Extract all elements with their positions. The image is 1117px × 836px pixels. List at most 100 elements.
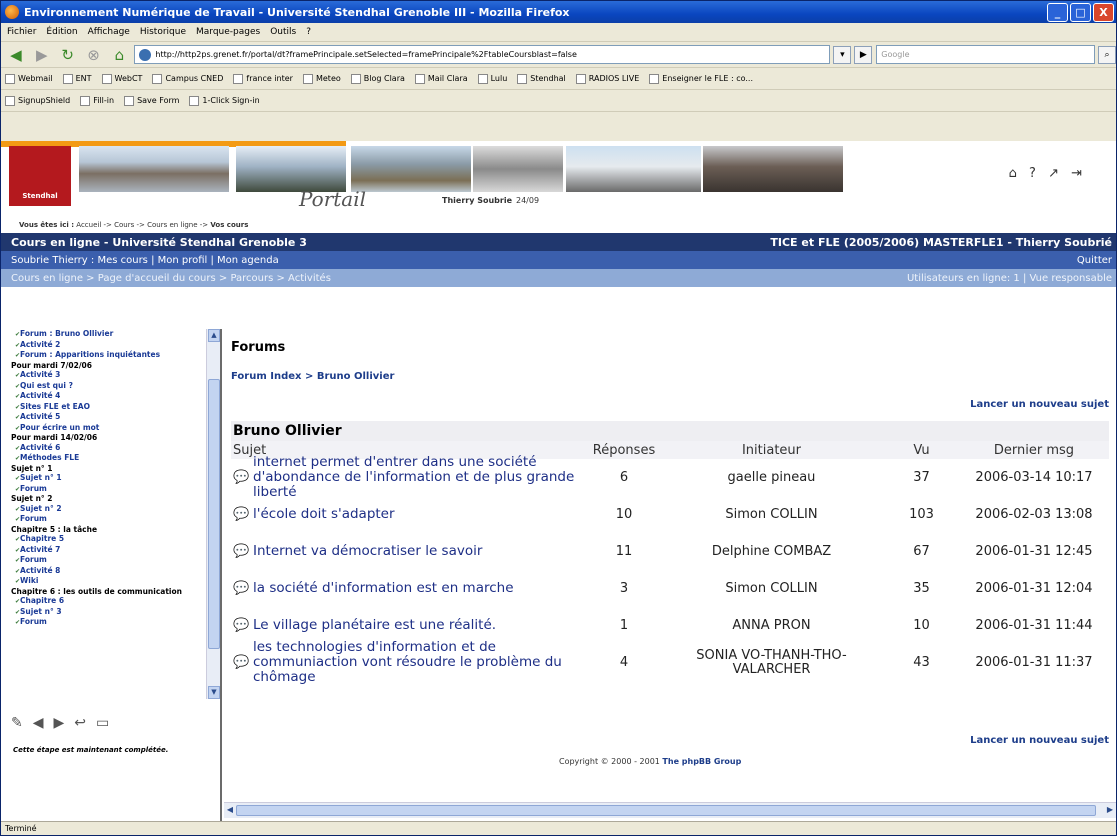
forum-index-link[interactable]: Forum Index > Bruno Ollivier: [231, 371, 394, 382]
left-scrollbar[interactable]: ▲ ▼: [206, 329, 220, 699]
bookmark-campus-cned[interactable]: Campus CNED: [152, 73, 223, 84]
search-icon[interactable]: ⌕: [1098, 45, 1116, 64]
bookmark-webct[interactable]: WebCT: [101, 73, 142, 84]
menu-edition[interactable]: Édition: [46, 27, 77, 37]
last-msg-cell: 2006-01-31 12:04: [975, 580, 1093, 596]
toc-item[interactable]: Wiki: [11, 576, 203, 587]
previous-icon[interactable]: ◀: [33, 715, 54, 731]
toc-item[interactable]: Activité 7: [11, 545, 203, 556]
toc-item[interactable]: Activité 4: [11, 391, 203, 402]
quit-link[interactable]: Quitter: [1077, 255, 1112, 266]
toc-item[interactable]: Sites FLE et EAO: [11, 402, 203, 413]
go-icon[interactable]: ▶: [854, 45, 873, 64]
toc-item[interactable]: Chapitre 6: [11, 596, 203, 607]
toc-item[interactable]: Forum: [11, 514, 203, 525]
menu-historique[interactable]: Historique: [140, 27, 186, 37]
toc-item[interactable]: Chapitre 5: [11, 534, 203, 545]
views-cell: 35: [913, 580, 930, 596]
bookmark-france-inter[interactable]: france inter: [233, 73, 293, 84]
scroll-up-icon[interactable]: ▲: [208, 329, 220, 342]
url-bar[interactable]: http://http2ps.grenet.fr/portal/dt?frame…: [134, 45, 831, 64]
menu-affichage[interactable]: Affichage: [88, 27, 130, 37]
breadcrumb-path[interactable]: Accueil -> Cours -> Cours en ligne ->: [76, 221, 208, 229]
views-cell: 67: [913, 543, 930, 559]
signupshield-button[interactable]: SignupShield: [5, 95, 70, 106]
user-links[interactable]: Soubrie Thierry : Mes cours | Mon profil…: [11, 255, 279, 266]
toc-item[interactable]: Pour écrire un mot: [11, 423, 203, 434]
menu-fichier[interactable]: Fichier: [7, 27, 36, 37]
replies-cell: 10: [615, 506, 633, 522]
col-vu: Vu: [913, 442, 930, 458]
toc-item[interactable]: Sujet n° 3: [11, 607, 203, 618]
home-icon[interactable]: ⌂: [109, 45, 131, 65]
table-row: 💬 la société d'information est en marche 3…: [231, 570, 1109, 607]
minimize-button[interactable]: _: [1047, 2, 1068, 22]
topic-link[interactable]: la société d'information est en marche: [253, 581, 514, 596]
menu-marque-pages[interactable]: Marque-pages: [196, 27, 260, 37]
scroll-thumb[interactable]: [208, 379, 220, 649]
toc-item[interactable]: Sujet n° 2: [11, 504, 203, 515]
toc-item[interactable]: Forum: [11, 484, 203, 495]
menu-aide[interactable]: ?: [306, 27, 311, 37]
author-cell: ANNA PRON: [732, 617, 811, 633]
topic-link[interactable]: internet permet d'entrer dans une sociét…: [253, 455, 589, 500]
topic-icon: 💬: [233, 618, 250, 633]
topic-link[interactable]: l'école doit s'adapter: [253, 507, 395, 522]
fill-in-button[interactable]: Fill-in: [80, 95, 114, 106]
toc-item[interactable]: Activité 6: [11, 443, 203, 454]
bookmark-radios-live[interactable]: RADIOS LIVE: [575, 73, 639, 84]
bookmark-meteo[interactable]: Meteo: [302, 73, 341, 84]
toc-item[interactable]: Activité 5: [11, 412, 203, 423]
edit-icon[interactable]: ✎: [11, 715, 33, 731]
portal-toolbar-icons[interactable]: ⌂ ? ↗ ⇥: [1009, 166, 1086, 181]
toc-item[interactable]: Forum: [11, 617, 203, 628]
maximize-button[interactable]: □: [1070, 2, 1091, 22]
save-form-button[interactable]: Save Form: [124, 95, 179, 106]
return-icon[interactable]: ↩: [74, 715, 96, 731]
stop-icon[interactable]: ⊗: [83, 45, 105, 65]
bookmark-blog-clara[interactable]: Blog Clara: [350, 73, 405, 84]
topic-link[interactable]: Internet va démocratiser le savoir: [253, 544, 482, 559]
bookmark-stendhal[interactable]: Stendhal: [517, 73, 566, 84]
author-cell: gaelle pineau: [727, 469, 816, 485]
toc-item[interactable]: Activité 2: [11, 340, 203, 351]
bookmark-webmail[interactable]: Webmail: [5, 73, 53, 84]
topic-icon: 💬: [233, 470, 250, 485]
one-click-signin-button[interactable]: 1-Click Sign-in: [189, 95, 260, 106]
back-icon[interactable]: ◀: [5, 45, 27, 65]
bookmark-ent[interactable]: ENT: [62, 73, 92, 84]
horizontal-scrollbar[interactable]: ◀ ▶: [224, 802, 1116, 818]
topic-rows: 💬 internet permet d'entrer dans une socié…: [231, 455, 1109, 685]
menu-outils[interactable]: Outils: [270, 27, 296, 37]
toc-item[interactable]: Méthodes FLE: [11, 453, 203, 464]
toc-item[interactable]: Activité 3: [11, 370, 203, 381]
toc-item[interactable]: Forum : Apparitions inquiétantes: [11, 350, 203, 361]
bookmark-lulu[interactable]: Lulu: [477, 73, 507, 84]
h-scroll-thumb[interactable]: [236, 805, 1096, 816]
last-msg-cell: 2006-01-31 11:37: [975, 654, 1093, 670]
bookmark-enseigner-fle[interactable]: Enseigner le FLE : co...: [649, 73, 753, 84]
online-users[interactable]: Utilisateurs en ligne: 1 | Vue responsab…: [907, 273, 1112, 284]
new-topic-link-top[interactable]: Lancer un nouveau sujet: [970, 399, 1109, 410]
toc-item[interactable]: Activité 8: [11, 566, 203, 577]
toc-item[interactable]: Sujet n° 1: [11, 473, 203, 484]
scroll-right-icon[interactable]: ▶: [1104, 805, 1116, 816]
toc-item[interactable]: Qui est qui ?: [11, 381, 203, 392]
scroll-down-icon[interactable]: ▼: [208, 686, 220, 699]
url-dropdown-icon[interactable]: ▾: [833, 45, 852, 64]
course-path[interactable]: Cours en ligne > Page d'accueil du cours…: [11, 273, 331, 284]
scroll-left-icon[interactable]: ◀: [224, 805, 236, 816]
forward-icon[interactable]: ▶: [31, 45, 53, 65]
toc-item[interactable]: Forum : Bruno Ollivier: [11, 329, 203, 340]
window-icon[interactable]: ▭: [96, 715, 119, 731]
next-icon[interactable]: ▶: [54, 715, 75, 731]
toc-item[interactable]: Forum: [11, 555, 203, 566]
bookmark-mail-clara[interactable]: Mail Clara: [414, 73, 468, 84]
topic-link[interactable]: Le village planétaire est une réalité.: [253, 618, 496, 633]
topic-link[interactable]: les technologies d'information et de com…: [253, 640, 589, 685]
new-topic-link-bottom[interactable]: Lancer un nouveau sujet: [970, 735, 1109, 746]
reload-icon[interactable]: ↻: [57, 45, 79, 65]
close-button[interactable]: X: [1093, 2, 1114, 22]
search-input[interactable]: Google: [876, 45, 1096, 64]
phpbb-link[interactable]: The phpBB Group: [662, 757, 741, 766]
